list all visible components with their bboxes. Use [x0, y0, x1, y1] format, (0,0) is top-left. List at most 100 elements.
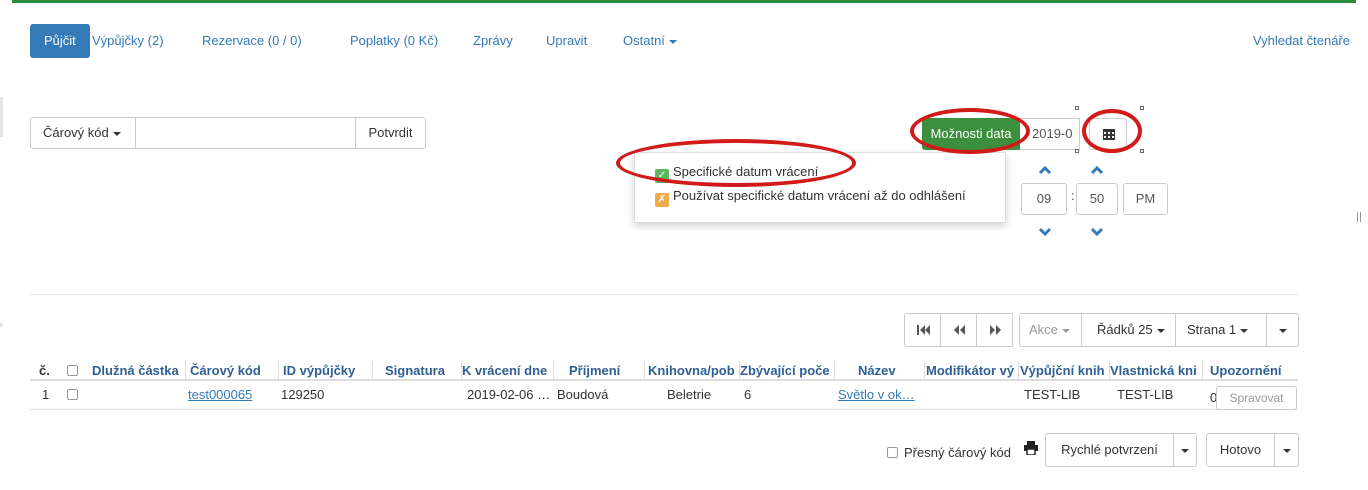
title-link[interactable]: Světlo v ok…	[838, 385, 918, 405]
next-page-button[interactable]	[976, 313, 1013, 347]
actions-label: Akce	[1029, 322, 1058, 337]
rows-per-page-dropdown[interactable]: Řádků 25	[1081, 313, 1176, 347]
actions-dropdown[interactable]: Akce	[1019, 313, 1082, 347]
remaining-cell: 6	[744, 387, 752, 402]
select-all-checkbox[interactable]	[67, 365, 78, 376]
patron-nav: Půjčit Výpůjčky (2) Rezervace (0 / 0) Po…	[30, 24, 1350, 58]
tab-messages[interactable]: Zprávy	[473, 24, 513, 58]
column-header[interactable]: Upozornění	[1210, 361, 1296, 381]
column-header[interactable]: Modifikátor vý	[926, 361, 1019, 381]
tab-holds[interactable]: Rezervace (0 / 0)	[202, 24, 302, 58]
tab-edit[interactable]: Upravit	[546, 24, 587, 58]
column-header[interactable]: Dlužná částka	[92, 361, 186, 381]
column-divider	[924, 361, 925, 381]
calendar-button[interactable]	[1089, 118, 1127, 150]
column-divider	[185, 361, 186, 381]
date-options-button[interactable]: Možnosti data	[922, 118, 1020, 150]
barcode-input-group: Čárový kód Potvrdit	[30, 117, 426, 149]
chevron-down-icon	[1240, 328, 1249, 333]
previous-page-button[interactable]	[940, 313, 977, 347]
row-number: 1	[42, 387, 50, 402]
done-options-dropdown[interactable]	[1274, 433, 1299, 467]
tab-fees[interactable]: Poplatky (0 Kč)	[350, 24, 438, 58]
column-divider	[278, 361, 279, 381]
due-date-field[interactable]: 2019-0	[1020, 118, 1080, 150]
column-header[interactable]: Výpůjční knih	[1020, 361, 1109, 381]
tab-items-out[interactable]: Výpůjčky (2)	[92, 24, 164, 58]
search-patron-link[interactable]: Vyhledat čtenáře	[1253, 24, 1350, 58]
due-date-cell: 2019-02-06 …	[467, 387, 551, 402]
chevron-down-icon	[1278, 328, 1287, 333]
cross-icon: ✗	[655, 193, 669, 207]
column-header[interactable]: Zbývající poče	[740, 361, 834, 381]
minute-down-icon[interactable]	[1090, 226, 1104, 238]
amount-cell	[92, 385, 182, 405]
quick-receipt-button[interactable]: Rychlé potvrzení	[1045, 433, 1174, 467]
tab-checkout[interactable]: Půjčit	[30, 24, 90, 58]
chevron-down-icon	[1156, 328, 1165, 333]
left-edge-marker	[0, 97, 3, 137]
calendar-icon	[1103, 129, 1115, 140]
menu-item-specific-due-date[interactable]: ✓ Specifické datum vrácení	[655, 163, 819, 183]
done-button[interactable]: Hotovo	[1206, 433, 1275, 467]
submit-button[interactable]: Potvrdit	[355, 117, 426, 149]
library-cell: Beletrie	[667, 387, 712, 402]
column-header[interactable]: Příjmení	[569, 361, 649, 381]
tab-other[interactable]: Ostatní	[623, 24, 677, 58]
barcode-input[interactable]	[136, 117, 355, 149]
minute-up-icon[interactable]	[1090, 164, 1104, 176]
hour-field[interactable]: 09	[1021, 183, 1067, 215]
chevron-down-icon	[1282, 448, 1291, 453]
column-header[interactable]: Knihovna/pob	[648, 361, 740, 381]
page-label: Strana 1	[1187, 322, 1237, 337]
surname-cell: Boudová	[557, 387, 609, 402]
barcode-type-label: Čárový kód	[43, 125, 109, 140]
minute-field[interactable]: 50	[1076, 183, 1118, 215]
menu-item-sticky-due-date[interactable]: ✗ Používat specifické datum vrácení až do…	[655, 187, 966, 207]
column-header[interactable]: Signatura	[385, 361, 465, 381]
barcode-type-dropdown[interactable]: Čárový kód	[30, 117, 136, 149]
column-divider	[372, 361, 373, 381]
scroll-grip-icon[interactable]	[1357, 212, 1362, 222]
owning-lib-cell: TEST-LIB	[1117, 387, 1174, 402]
rows-per-page-label: Řádků 25	[1097, 322, 1153, 337]
selection-handle	[1075, 106, 1079, 110]
top-accent-bar	[0, 0, 1368, 7]
column-header[interactable]: Název	[858, 361, 928, 381]
column-header[interactable]: ID výpůjčky	[283, 361, 373, 381]
row-checkbox[interactable]	[67, 389, 78, 400]
exact-barcode-checkbox[interactable]	[887, 447, 898, 458]
column-divider	[644, 361, 645, 381]
chevron-down-icon	[668, 39, 677, 44]
column-header[interactable]: Čárový kód	[190, 361, 280, 381]
barcode-link[interactable]: test000065	[188, 385, 278, 405]
page-dropdown[interactable]: Strana 1	[1175, 313, 1267, 347]
period-toggle[interactable]: PM	[1123, 183, 1168, 215]
manage-alerts-button[interactable]: Spravovat	[1216, 386, 1297, 410]
column-divider	[834, 361, 835, 381]
column-header[interactable]: K vrácení dne	[462, 361, 554, 381]
printer-icon	[1024, 441, 1038, 455]
check-icon: ✓	[655, 169, 669, 183]
first-page-button[interactable]	[904, 313, 941, 347]
table-row: 1 test000065 129250 2019-02-06 … Boudová…	[30, 383, 1298, 410]
menu-item-label: Specifické datum vrácení	[673, 164, 819, 179]
section-divider	[30, 294, 1298, 295]
chevron-down-icon	[1061, 328, 1070, 333]
selection-handle	[1140, 106, 1144, 110]
hour-down-icon[interactable]	[1038, 226, 1052, 238]
loan-id-cell: 129250	[281, 387, 325, 402]
time-separator: :	[1071, 188, 1075, 203]
column-options-button[interactable]	[1266, 313, 1299, 347]
tab-other-label: Ostatní	[623, 33, 665, 48]
chevron-down-icon	[1181, 448, 1189, 453]
column-header[interactable]: Vlastnická kni	[1110, 361, 1202, 381]
hour-up-icon[interactable]	[1038, 164, 1052, 176]
exact-barcode-label: Přesný čárový kód	[904, 445, 1011, 460]
selection-handle	[1140, 149, 1144, 153]
modifier-cell	[926, 385, 1016, 405]
column-header[interactable]: č.	[39, 361, 59, 381]
receipt-options-dropdown[interactable]	[1173, 433, 1197, 467]
column-divider	[1202, 361, 1203, 381]
column-divider	[553, 361, 554, 381]
